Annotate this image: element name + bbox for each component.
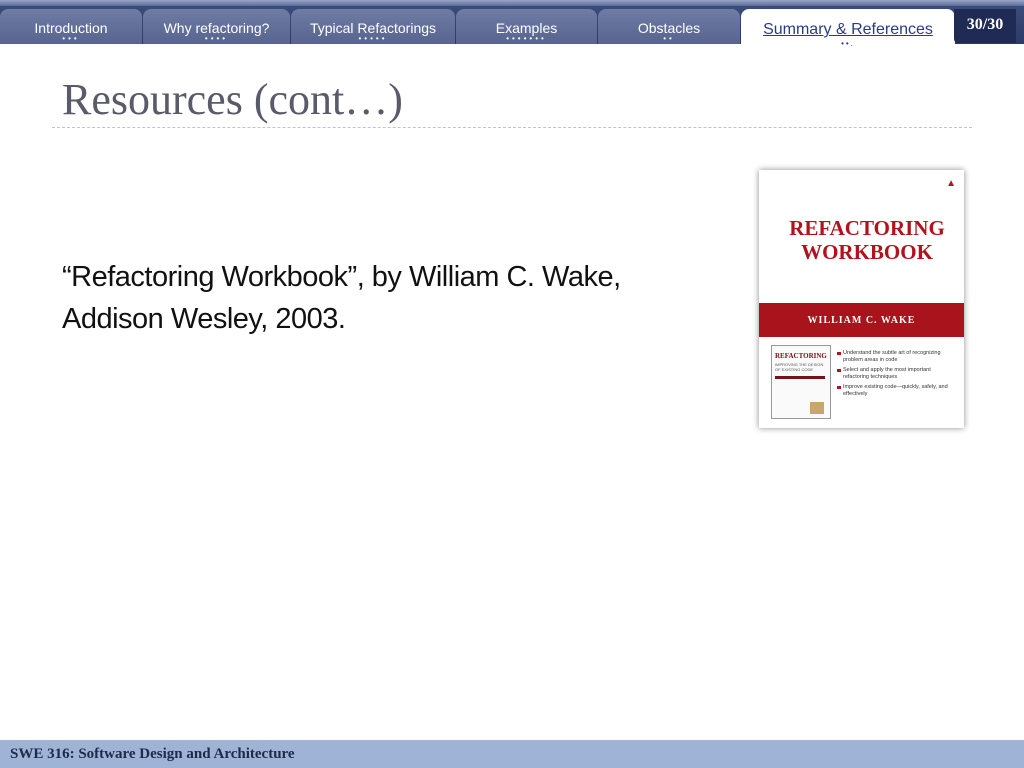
tab-obstacles[interactable]: Obstacles ••	[598, 9, 740, 44]
companion-book-subtitle: IMPROVING THE DESIGN OF EXISTING CODE	[775, 362, 824, 372]
footer-bar: SWE 316: Software Design and Architectur…	[0, 740, 1024, 768]
course-footer-title: SWE 316: Software Design and Architectur…	[10, 746, 295, 762]
tab-progress-dots[interactable]: •••	[0, 35, 142, 43]
tab-progress-dots[interactable]: •••••••	[456, 35, 597, 43]
companion-book-bar	[775, 376, 825, 379]
book-cover-bullets: Understand the subtle art of recognizing…	[837, 350, 957, 401]
tab-typical-refactorings[interactable]: Typical Refactorings •••••	[291, 9, 455, 44]
page-number: 30/30	[954, 9, 1016, 43]
section-nav-bar: Introduction ••• Why refactoring? •••• T…	[0, 0, 1024, 48]
tab-progress-dots[interactable]: •••••	[291, 35, 455, 43]
book-bullet: Improve existing code—quickly, safely, a…	[837, 384, 957, 398]
companion-book-thumbnail: REFACTORING IMPROVING THE DESIGN OF EXIS…	[771, 345, 831, 419]
book-author: WILLIAM C. WAKE	[807, 315, 916, 326]
resource-citation: “Refactoring Workbook”, by William C. Wa…	[62, 256, 742, 340]
citation-line-1: “Refactoring Workbook”, by William C. Wa…	[62, 261, 621, 293]
slide-title: Resources (cont…)	[62, 75, 403, 124]
tab-why-refactoring[interactable]: Why refactoring? ••••	[143, 9, 290, 44]
tab-examples[interactable]: Examples •••••••	[456, 9, 597, 44]
title-divider	[52, 127, 972, 128]
book-bullet: Select and apply the most important refa…	[837, 367, 957, 381]
tab-introduction[interactable]: Introduction •••	[0, 9, 142, 44]
publisher-triangle-icon: ▲	[946, 178, 956, 189]
tab-summary-references[interactable]: Summary & References ••.	[741, 9, 955, 48]
book-title-line-2: WORKBOOK	[801, 240, 933, 264]
book-cover-image: ▲ REFACTORING WORKBOOK WILLIAM C. WAKE R…	[759, 170, 964, 428]
tab-label: Summary & References	[763, 21, 933, 38]
tab-progress-dots[interactable]: ••••	[143, 35, 290, 43]
book-bullet: Understand the subtle art of recognizing…	[837, 350, 957, 364]
nav-top-line	[0, 0, 1024, 6]
tab-progress-dots[interactable]: ••	[598, 35, 740, 43]
companion-book-badge	[810, 402, 824, 414]
book-title-line-1: REFACTORING	[789, 216, 945, 240]
book-cover-title: REFACTORING WORKBOOK	[777, 216, 957, 264]
tab-progress-dots[interactable]: ••.	[741, 40, 955, 48]
citation-line-2: Addison Wesley, 2003.	[62, 303, 346, 335]
companion-book-title: REFACTORING	[775, 352, 827, 360]
